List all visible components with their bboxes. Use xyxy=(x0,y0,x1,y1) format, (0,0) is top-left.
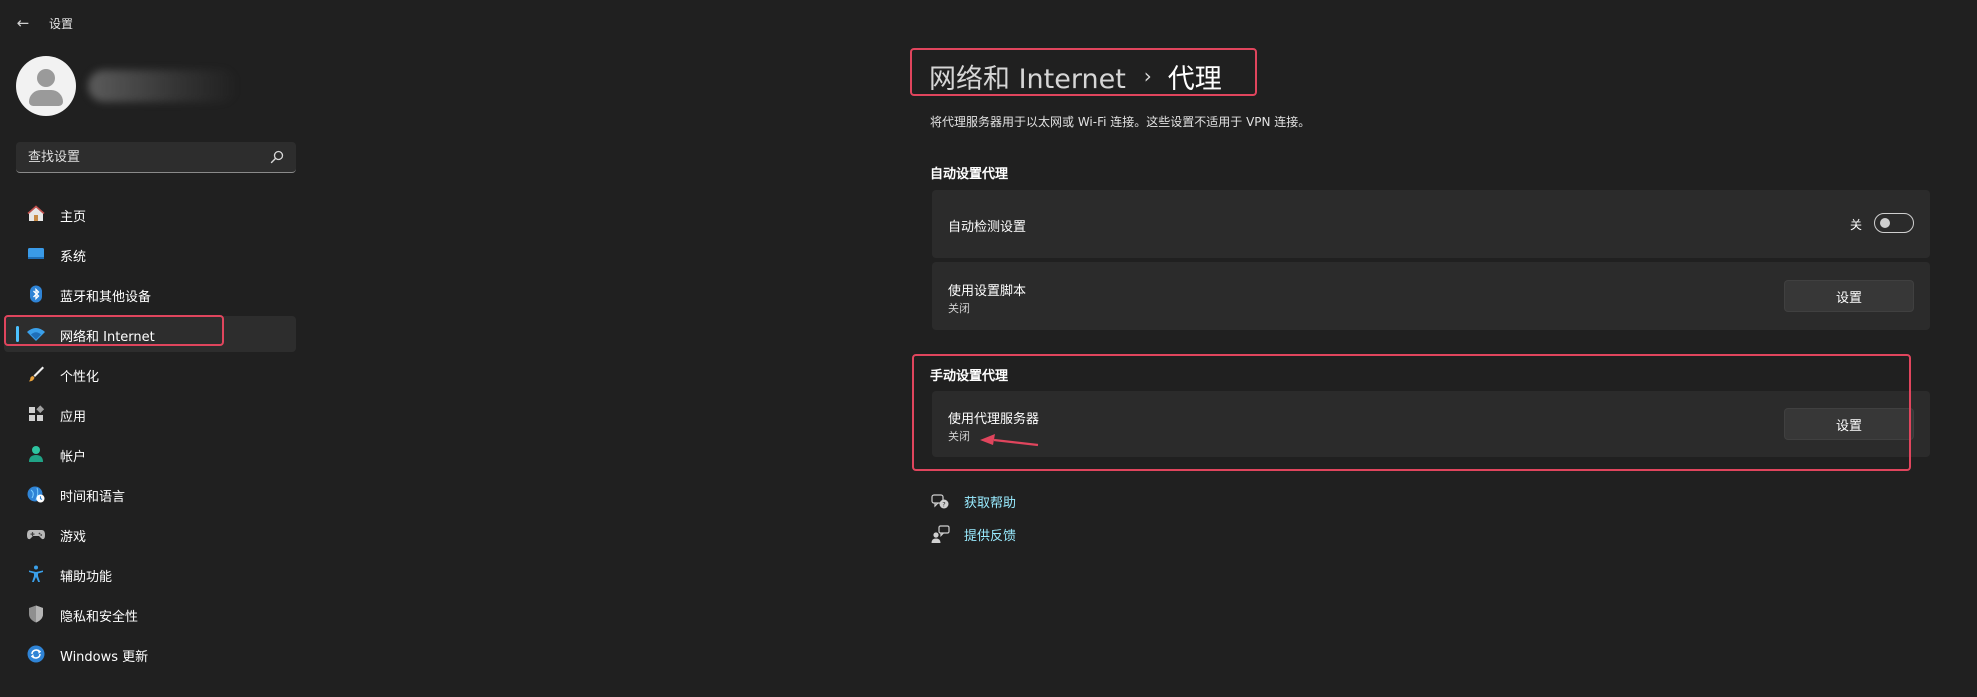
sidebar-item-label: 个性化 xyxy=(60,370,100,385)
setup-script-card: 使用设置脚本 关闭 设置 xyxy=(932,262,1930,330)
home-icon xyxy=(26,204,46,224)
setup-script-button[interactable]: 设置 xyxy=(1784,280,1914,312)
search-input[interactable] xyxy=(16,142,256,172)
section-title-manual-proxy: 手动设置代理 xyxy=(930,369,1009,384)
sidebar-item-label: 主页 xyxy=(60,210,87,225)
feedback-icon xyxy=(930,524,950,544)
toggle-knob xyxy=(1880,218,1890,228)
setup-script-label: 使用设置脚本 xyxy=(948,284,1027,299)
feedback-link-row[interactable]: 提供反馈 xyxy=(930,522,1016,546)
sidebar-item-label: 帐户 xyxy=(60,450,87,465)
bluetooth-icon xyxy=(26,284,46,304)
search-box xyxy=(16,142,296,173)
help-icon: ? xyxy=(930,491,950,511)
sidebar-item-home[interactable]: 主页 xyxy=(4,196,296,232)
sidebar-item-system[interactable]: 系统 xyxy=(4,236,296,272)
get-help-link-row[interactable]: ? 获取帮助 xyxy=(930,489,1016,513)
proxy-server-card: 使用代理服务器 关闭 设置 xyxy=(932,391,1930,457)
sidebar-item-privacy[interactable]: 隐私和安全性 xyxy=(4,596,296,632)
sidebar-item-label: 时间和语言 xyxy=(60,490,126,505)
sidebar-item-bluetooth[interactable]: 蓝牙和其他设备 xyxy=(4,276,296,312)
chevron-right-icon: › xyxy=(1143,64,1152,88)
page-description: 将代理服务器用于以太网或 Wi-Fi 连接。这些设置不适用于 VPN 连接。 xyxy=(930,115,1311,129)
sidebar-item-label: 隐私和安全性 xyxy=(60,610,139,625)
get-help-link[interactable]: 获取帮助 xyxy=(964,492,1016,511)
account-icon xyxy=(26,444,46,464)
sidebar-nav: 主页 系统 蓝牙和其他设备 网络和 Internet 个性化 应用 帐户 时间和… xyxy=(4,196,296,676)
sidebar-item-label: 游戏 xyxy=(60,530,87,545)
sidebar-item-label: 辅助功能 xyxy=(60,570,113,585)
apps-icon xyxy=(26,404,46,424)
auto-detect-label: 自动检测设置 xyxy=(948,220,1027,235)
sidebar-item-personalization[interactable]: 个性化 xyxy=(4,356,296,392)
update-icon xyxy=(26,644,46,664)
sidebar-item-network[interactable]: 网络和 Internet xyxy=(4,316,296,352)
title-bar: ← 设置 xyxy=(0,0,600,46)
proxy-server-button[interactable]: 设置 xyxy=(1784,408,1914,440)
sidebar-item-label: Windows 更新 xyxy=(60,650,149,665)
sidebar-item-accounts[interactable]: 帐户 xyxy=(4,436,296,472)
wifi-icon xyxy=(26,324,46,344)
auto-detect-card: 自动检测设置 关 xyxy=(932,190,1930,258)
shield-icon xyxy=(26,604,46,624)
time-language-icon xyxy=(26,484,46,504)
svg-text:?: ? xyxy=(942,500,945,508)
back-arrow-icon: ← xyxy=(16,14,30,32)
proxy-server-label: 使用代理服务器 xyxy=(948,412,1040,427)
annotation-arrow-icon xyxy=(980,434,1039,447)
feedback-link[interactable]: 提供反馈 xyxy=(964,525,1016,544)
sidebar-item-label: 应用 xyxy=(60,410,87,425)
section-title-auto-proxy: 自动设置代理 xyxy=(930,167,1009,182)
sidebar-item-label: 蓝牙和其他设备 xyxy=(60,290,152,305)
sidebar-item-accessibility[interactable]: 辅助功能 xyxy=(4,556,296,592)
page-title: 代理 xyxy=(1167,63,1222,95)
active-indicator xyxy=(16,326,19,342)
proxy-server-status: 关闭 xyxy=(948,430,970,443)
toggle-state-label: 关 xyxy=(1849,218,1862,232)
app-title: 设置 xyxy=(49,17,74,31)
search-icon[interactable] xyxy=(270,150,284,164)
gamepad-icon xyxy=(26,524,46,544)
sidebar-item-gaming[interactable]: 游戏 xyxy=(4,516,296,552)
sidebar-item-label: 系统 xyxy=(60,250,87,265)
breadcrumb: 网络和 Internet › 代理 xyxy=(929,54,1222,98)
redacted-account-name xyxy=(88,70,238,102)
sidebar-item-time-language[interactable]: 时间和语言 xyxy=(4,476,296,512)
auto-detect-toggle[interactable] xyxy=(1874,213,1914,233)
sidebar-item-apps[interactable]: 应用 xyxy=(4,396,296,432)
accessibility-icon xyxy=(26,564,46,584)
user-profile[interactable] xyxy=(16,56,296,120)
back-button[interactable]: ← xyxy=(12,12,34,34)
avatar xyxy=(16,56,76,116)
sidebar-item-label: 网络和 Internet xyxy=(60,330,155,345)
system-icon xyxy=(26,244,46,264)
sidebar-item-windows-update[interactable]: Windows 更新 xyxy=(4,636,296,672)
brush-icon xyxy=(26,364,46,384)
setup-script-status: 关闭 xyxy=(948,302,970,315)
breadcrumb-parent[interactable]: 网络和 Internet xyxy=(929,57,1126,96)
